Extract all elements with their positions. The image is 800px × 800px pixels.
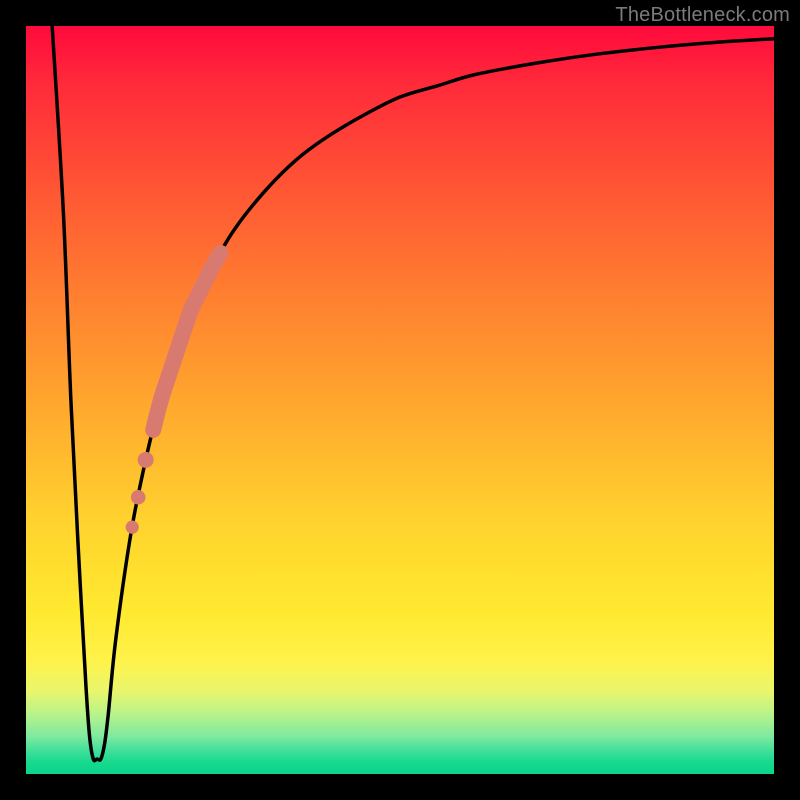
highlight-dot [138, 452, 154, 468]
chart-stage: TheBottleneck.com [0, 0, 800, 800]
highlight-group [153, 253, 220, 430]
watermark-text: TheBottleneck.com [615, 4, 790, 27]
highlight-segment [153, 253, 220, 430]
highlight-dots-group [126, 452, 154, 534]
highlight-dot [131, 490, 146, 505]
highlight-dot [126, 521, 139, 534]
chart-svg [26, 26, 774, 774]
